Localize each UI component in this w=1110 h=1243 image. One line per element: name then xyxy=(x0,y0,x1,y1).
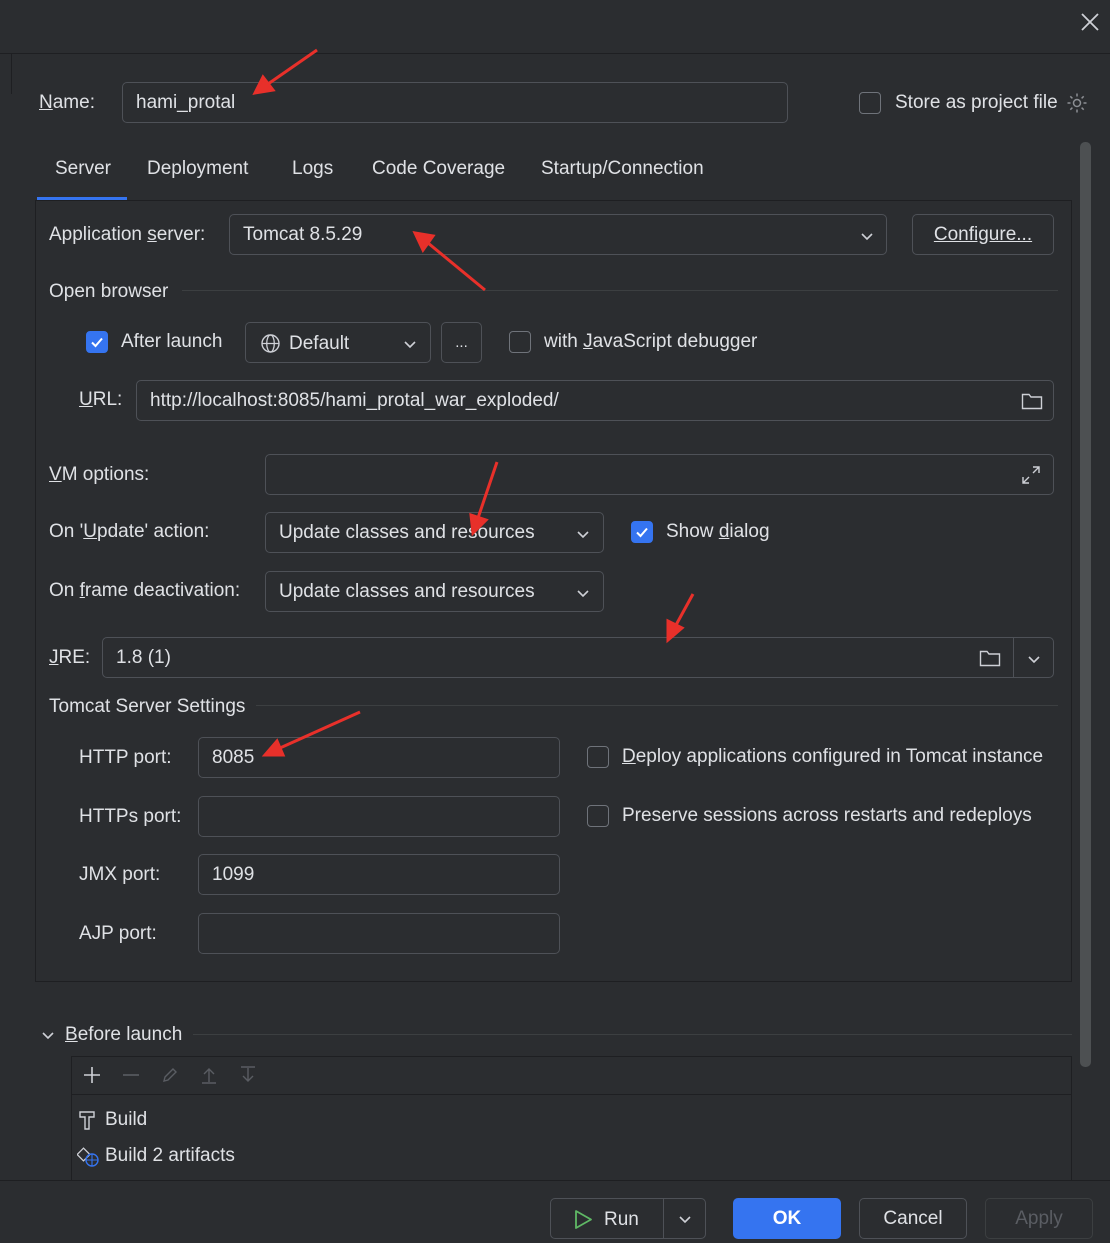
apply-button[interactable]: Apply xyxy=(985,1198,1093,1239)
update-action-select[interactable]: Update classes and resources xyxy=(265,512,604,553)
dialog-title-bar xyxy=(0,0,1110,54)
browser-select[interactable]: Default xyxy=(245,322,431,363)
chevron-down-icon xyxy=(404,341,416,349)
tab-logs[interactable]: Logs xyxy=(292,158,333,180)
application-server-select[interactable]: Tomcat 8.5.29 xyxy=(229,214,887,255)
frame-deactivation-value: Update classes and resources xyxy=(279,580,535,602)
remove-icon[interactable] xyxy=(121,1065,141,1085)
https-port-field[interactable] xyxy=(198,796,560,837)
jre-select[interactable]: 1.8 (1) xyxy=(102,637,1054,678)
chevron-down-icon xyxy=(577,531,589,539)
check-icon xyxy=(636,527,648,538)
run-button-label: Run xyxy=(604,1209,639,1230)
configure-button-label: Configure... xyxy=(933,223,1033,245)
name-label: Name: xyxy=(39,92,95,113)
open-browser-section-label: Open browser xyxy=(49,281,169,302)
ajp-port-label: AJP port: xyxy=(79,923,157,944)
tab-deployment[interactable]: Deployment xyxy=(147,158,248,180)
jmx-port-field[interactable]: 1099 xyxy=(198,854,560,895)
preserve-sessions-checkbox[interactable] xyxy=(587,805,609,827)
annotation-arrow xyxy=(267,48,318,86)
before-launch-toolbar xyxy=(72,1057,1071,1095)
chevron-down-icon xyxy=(577,590,589,598)
scrollbar-thumb[interactable] xyxy=(1080,142,1091,1067)
tomcat-settings-separator xyxy=(256,705,1058,706)
jre-divider xyxy=(1013,638,1014,677)
ok-button[interactable]: OK xyxy=(733,1198,841,1239)
chevron-down-icon[interactable] xyxy=(1027,652,1041,666)
http-port-label: HTTP port: xyxy=(79,747,172,768)
artifacts-icon xyxy=(77,1147,99,1167)
url-field[interactable]: http://localhost:8085/hami_protal_war_ex… xyxy=(136,380,1054,421)
show-dialog-checkbox[interactable] xyxy=(631,521,653,543)
cancel-button[interactable]: Cancel xyxy=(859,1198,967,1239)
open-browser-separator xyxy=(182,290,1058,291)
https-port-label: HTTPs port: xyxy=(79,806,182,827)
gear-icon[interactable] xyxy=(1066,92,1088,114)
frame-deactivation-select[interactable]: Update classes and resources xyxy=(265,571,604,612)
application-server-label: Application server: xyxy=(49,224,206,245)
tab-code-coverage[interactable]: Code Coverage xyxy=(372,158,505,180)
tomcat-settings-section-label: Tomcat Server Settings xyxy=(49,696,246,717)
jmx-port-value: 1099 xyxy=(212,863,255,885)
cancel-button-label: Cancel xyxy=(883,1207,943,1229)
run-button[interactable]: Run xyxy=(550,1198,706,1239)
move-down-icon[interactable] xyxy=(238,1065,258,1085)
build-hammer-icon xyxy=(79,1111,95,1130)
folder-icon[interactable] xyxy=(1021,391,1043,411)
chevron-down-icon[interactable] xyxy=(41,1028,55,1042)
check-icon xyxy=(91,337,103,348)
url-value: http://localhost:8085/hami_protal_war_ex… xyxy=(150,389,559,411)
browser-more-button[interactable]: ... xyxy=(441,322,482,363)
chevron-down-icon[interactable] xyxy=(678,1212,692,1226)
folder-icon[interactable] xyxy=(979,648,1001,668)
js-debugger-checkbox[interactable] xyxy=(509,331,531,353)
after-launch-label: After launch xyxy=(121,331,223,352)
close-icon[interactable] xyxy=(1078,10,1102,34)
run-icon xyxy=(575,1210,592,1229)
globe-icon xyxy=(261,334,280,353)
ajp-port-field[interactable] xyxy=(198,913,560,954)
before-launch-label: Before launch xyxy=(65,1024,183,1045)
name-field[interactable]: hami_protal xyxy=(122,82,788,123)
chevron-down-icon xyxy=(861,233,873,241)
http-port-value: 8085 xyxy=(212,746,255,768)
vm-options-label: VM options: xyxy=(49,464,150,485)
deploy-apps-checkbox[interactable] xyxy=(587,746,609,768)
move-up-icon[interactable] xyxy=(199,1065,219,1085)
url-label: URL: xyxy=(79,389,123,410)
preserve-sessions-label: Preserve sessions across restarts and re… xyxy=(622,805,1032,826)
jre-value: 1.8 (1) xyxy=(116,646,171,668)
left-gutter xyxy=(0,54,12,94)
before-launch-separator xyxy=(193,1034,1072,1035)
apply-button-label: Apply xyxy=(1015,1207,1063,1229)
after-launch-checkbox[interactable] xyxy=(86,331,108,353)
deploy-apps-label: Deploy applications configured in Tomcat… xyxy=(622,746,1044,767)
application-server-value: Tomcat 8.5.29 xyxy=(243,223,363,245)
before-launch-item[interactable]: Build 2 artifacts xyxy=(105,1145,235,1167)
browser-value: Default xyxy=(289,333,350,354)
edit-icon[interactable] xyxy=(160,1065,180,1085)
run-divider xyxy=(663,1199,664,1238)
js-debugger-label: with JavaScript debugger xyxy=(544,331,758,352)
browser-more-label: ... xyxy=(455,334,468,351)
tab-startup-connection[interactable]: Startup/Connection xyxy=(541,158,704,180)
store-as-project-label: Store as project file xyxy=(895,92,1058,113)
configure-button[interactable]: Configure... xyxy=(912,214,1054,255)
show-dialog-label: Show dialog xyxy=(666,521,770,542)
tab-server[interactable]: Server xyxy=(55,158,111,180)
update-action-value: Update classes and resources xyxy=(279,521,535,543)
name-value: hami_protal xyxy=(136,91,236,113)
jmx-port-label: JMX port: xyxy=(79,864,161,885)
frame-deactivation-label: On frame deactivation: xyxy=(49,580,241,601)
vm-options-field[interactable] xyxy=(265,454,1054,495)
add-icon[interactable] xyxy=(82,1065,102,1085)
store-as-project-checkbox[interactable] xyxy=(859,92,881,114)
ok-button-label: OK xyxy=(772,1207,802,1229)
before-launch-item[interactable]: Build xyxy=(105,1109,147,1131)
update-action-label: On 'Update' action: xyxy=(49,521,210,542)
http-port-field[interactable]: 8085 xyxy=(198,737,560,778)
expand-icon[interactable] xyxy=(1020,464,1042,486)
jre-label: JRE: xyxy=(49,647,91,668)
